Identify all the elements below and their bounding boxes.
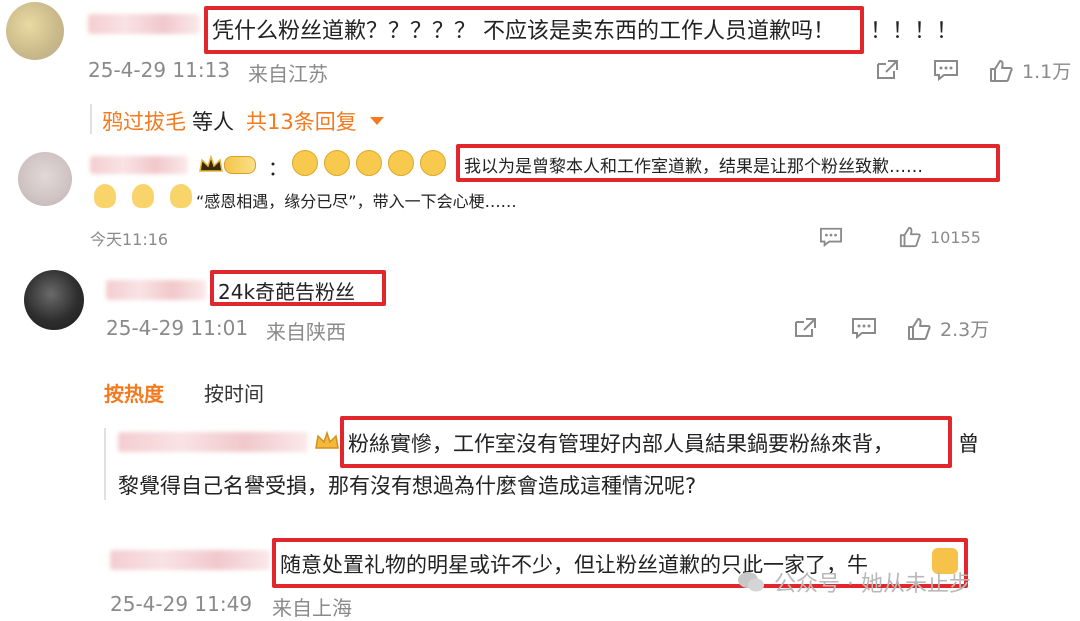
username-blurred[interactable] bbox=[90, 156, 188, 174]
reply-user[interactable]: 鸦过拔毛 bbox=[102, 106, 186, 136]
crown-icon bbox=[199, 155, 223, 172]
emoji-question-icon bbox=[420, 150, 446, 176]
avatar[interactable] bbox=[6, 2, 64, 60]
reply-text: 粉絲實慘，工作室沒有管理好内部人員結果鍋要粉絲來背， bbox=[348, 432, 894, 456]
emoji-shocked-icon bbox=[324, 150, 350, 176]
reply-divider bbox=[90, 104, 92, 134]
comment-time: 今天11:16 bbox=[90, 230, 169, 249]
watermark-text: 公众号 · 她从未止步 bbox=[774, 572, 971, 597]
emoji-sad-icon bbox=[94, 184, 116, 208]
username-blurred[interactable] bbox=[118, 432, 308, 452]
vip-badge bbox=[198, 154, 262, 176]
comment-text-line2: “感恩相遇，缘分已尽”，带入一下会心梗…… bbox=[196, 192, 517, 211]
username-blurred[interactable] bbox=[106, 280, 206, 300]
watermark: 公众号 · 她从未止步 bbox=[736, 566, 971, 598]
avatar[interactable] bbox=[18, 152, 72, 206]
reply-text-tail: 曾 bbox=[958, 432, 979, 456]
username-blurred[interactable] bbox=[88, 14, 200, 34]
thumbs-up-icon bbox=[899, 226, 921, 248]
comment-text: 24k奇葩告粉丝 bbox=[218, 280, 356, 304]
emoji-shocked-icon bbox=[292, 150, 318, 176]
comment-icon bbox=[934, 60, 958, 82]
thumbs-up-icon bbox=[908, 317, 931, 340]
comment-time: 25-4-29 11:13 bbox=[88, 58, 231, 82]
comment-button[interactable] bbox=[932, 58, 960, 82]
crown-icon bbox=[315, 430, 339, 449]
emoji-sad-icon bbox=[170, 184, 192, 208]
like-count: 10155 bbox=[930, 227, 981, 247]
comment-time: 25-4-29 11:01 bbox=[106, 316, 249, 340]
like-button[interactable]: 1.1万 bbox=[988, 57, 1071, 84]
reply-summary[interactable]: 鸦过拔毛 等人 共13条回复 bbox=[102, 106, 385, 136]
comment-location: 来自上海 bbox=[272, 596, 352, 620]
colon: ： bbox=[268, 156, 288, 180]
share-icon bbox=[877, 60, 898, 79]
thumbs-up-icon bbox=[990, 59, 1013, 82]
emoji-row bbox=[94, 184, 192, 208]
reply-others: 等人 bbox=[192, 110, 234, 134]
share-icon bbox=[795, 318, 816, 337]
comment-button[interactable] bbox=[818, 226, 844, 248]
like-count: 1.1万 bbox=[1022, 61, 1072, 83]
reply-count[interactable]: 共13条回复 bbox=[246, 106, 357, 136]
like-button[interactable]: 2.3万 bbox=[906, 315, 989, 342]
tab-sort-hot[interactable]: 按热度 bbox=[104, 378, 164, 407]
emoji-sad-icon bbox=[132, 184, 154, 208]
comment-location: 来自江苏 bbox=[248, 62, 328, 86]
avatar[interactable] bbox=[24, 270, 84, 330]
emoji-question-icon bbox=[356, 150, 382, 176]
reply-divider bbox=[104, 428, 106, 500]
username-blurred[interactable] bbox=[110, 550, 270, 570]
comment-location: 来自陕西 bbox=[266, 320, 346, 344]
comment-icon bbox=[820, 227, 842, 248]
like-count: 2.3万 bbox=[940, 319, 990, 341]
emoji-question-icon bbox=[388, 150, 414, 176]
comment-text: 我以为是曾黎本人和工作室道歉，结果是让那个粉丝致歉…… bbox=[464, 157, 923, 177]
wechat-icon bbox=[738, 572, 764, 592]
comment-button[interactable] bbox=[850, 316, 878, 340]
caret-down-icon[interactable] bbox=[369, 115, 385, 127]
reply-text-line2: 黎覺得自己名譽受損，那有沒有想過為什麼會造成這種情況呢? bbox=[118, 474, 697, 498]
comment-text-tail: ！！！！ bbox=[870, 19, 959, 44]
emoji-row bbox=[292, 150, 446, 176]
comment-icon bbox=[852, 318, 876, 340]
like-button[interactable]: 10155 bbox=[898, 226, 981, 248]
share-button[interactable] bbox=[792, 316, 818, 340]
comment-time: 25-4-29 11:49 bbox=[110, 592, 253, 616]
comment-text: 凭什么粉丝道歉？？？？？ 不应该是卖东西的工作人员道歉吗！ bbox=[212, 19, 835, 44]
share-button[interactable] bbox=[874, 58, 900, 82]
tab-sort-time[interactable]: 按时间 bbox=[204, 378, 264, 407]
vip-badge bbox=[314, 430, 340, 456]
